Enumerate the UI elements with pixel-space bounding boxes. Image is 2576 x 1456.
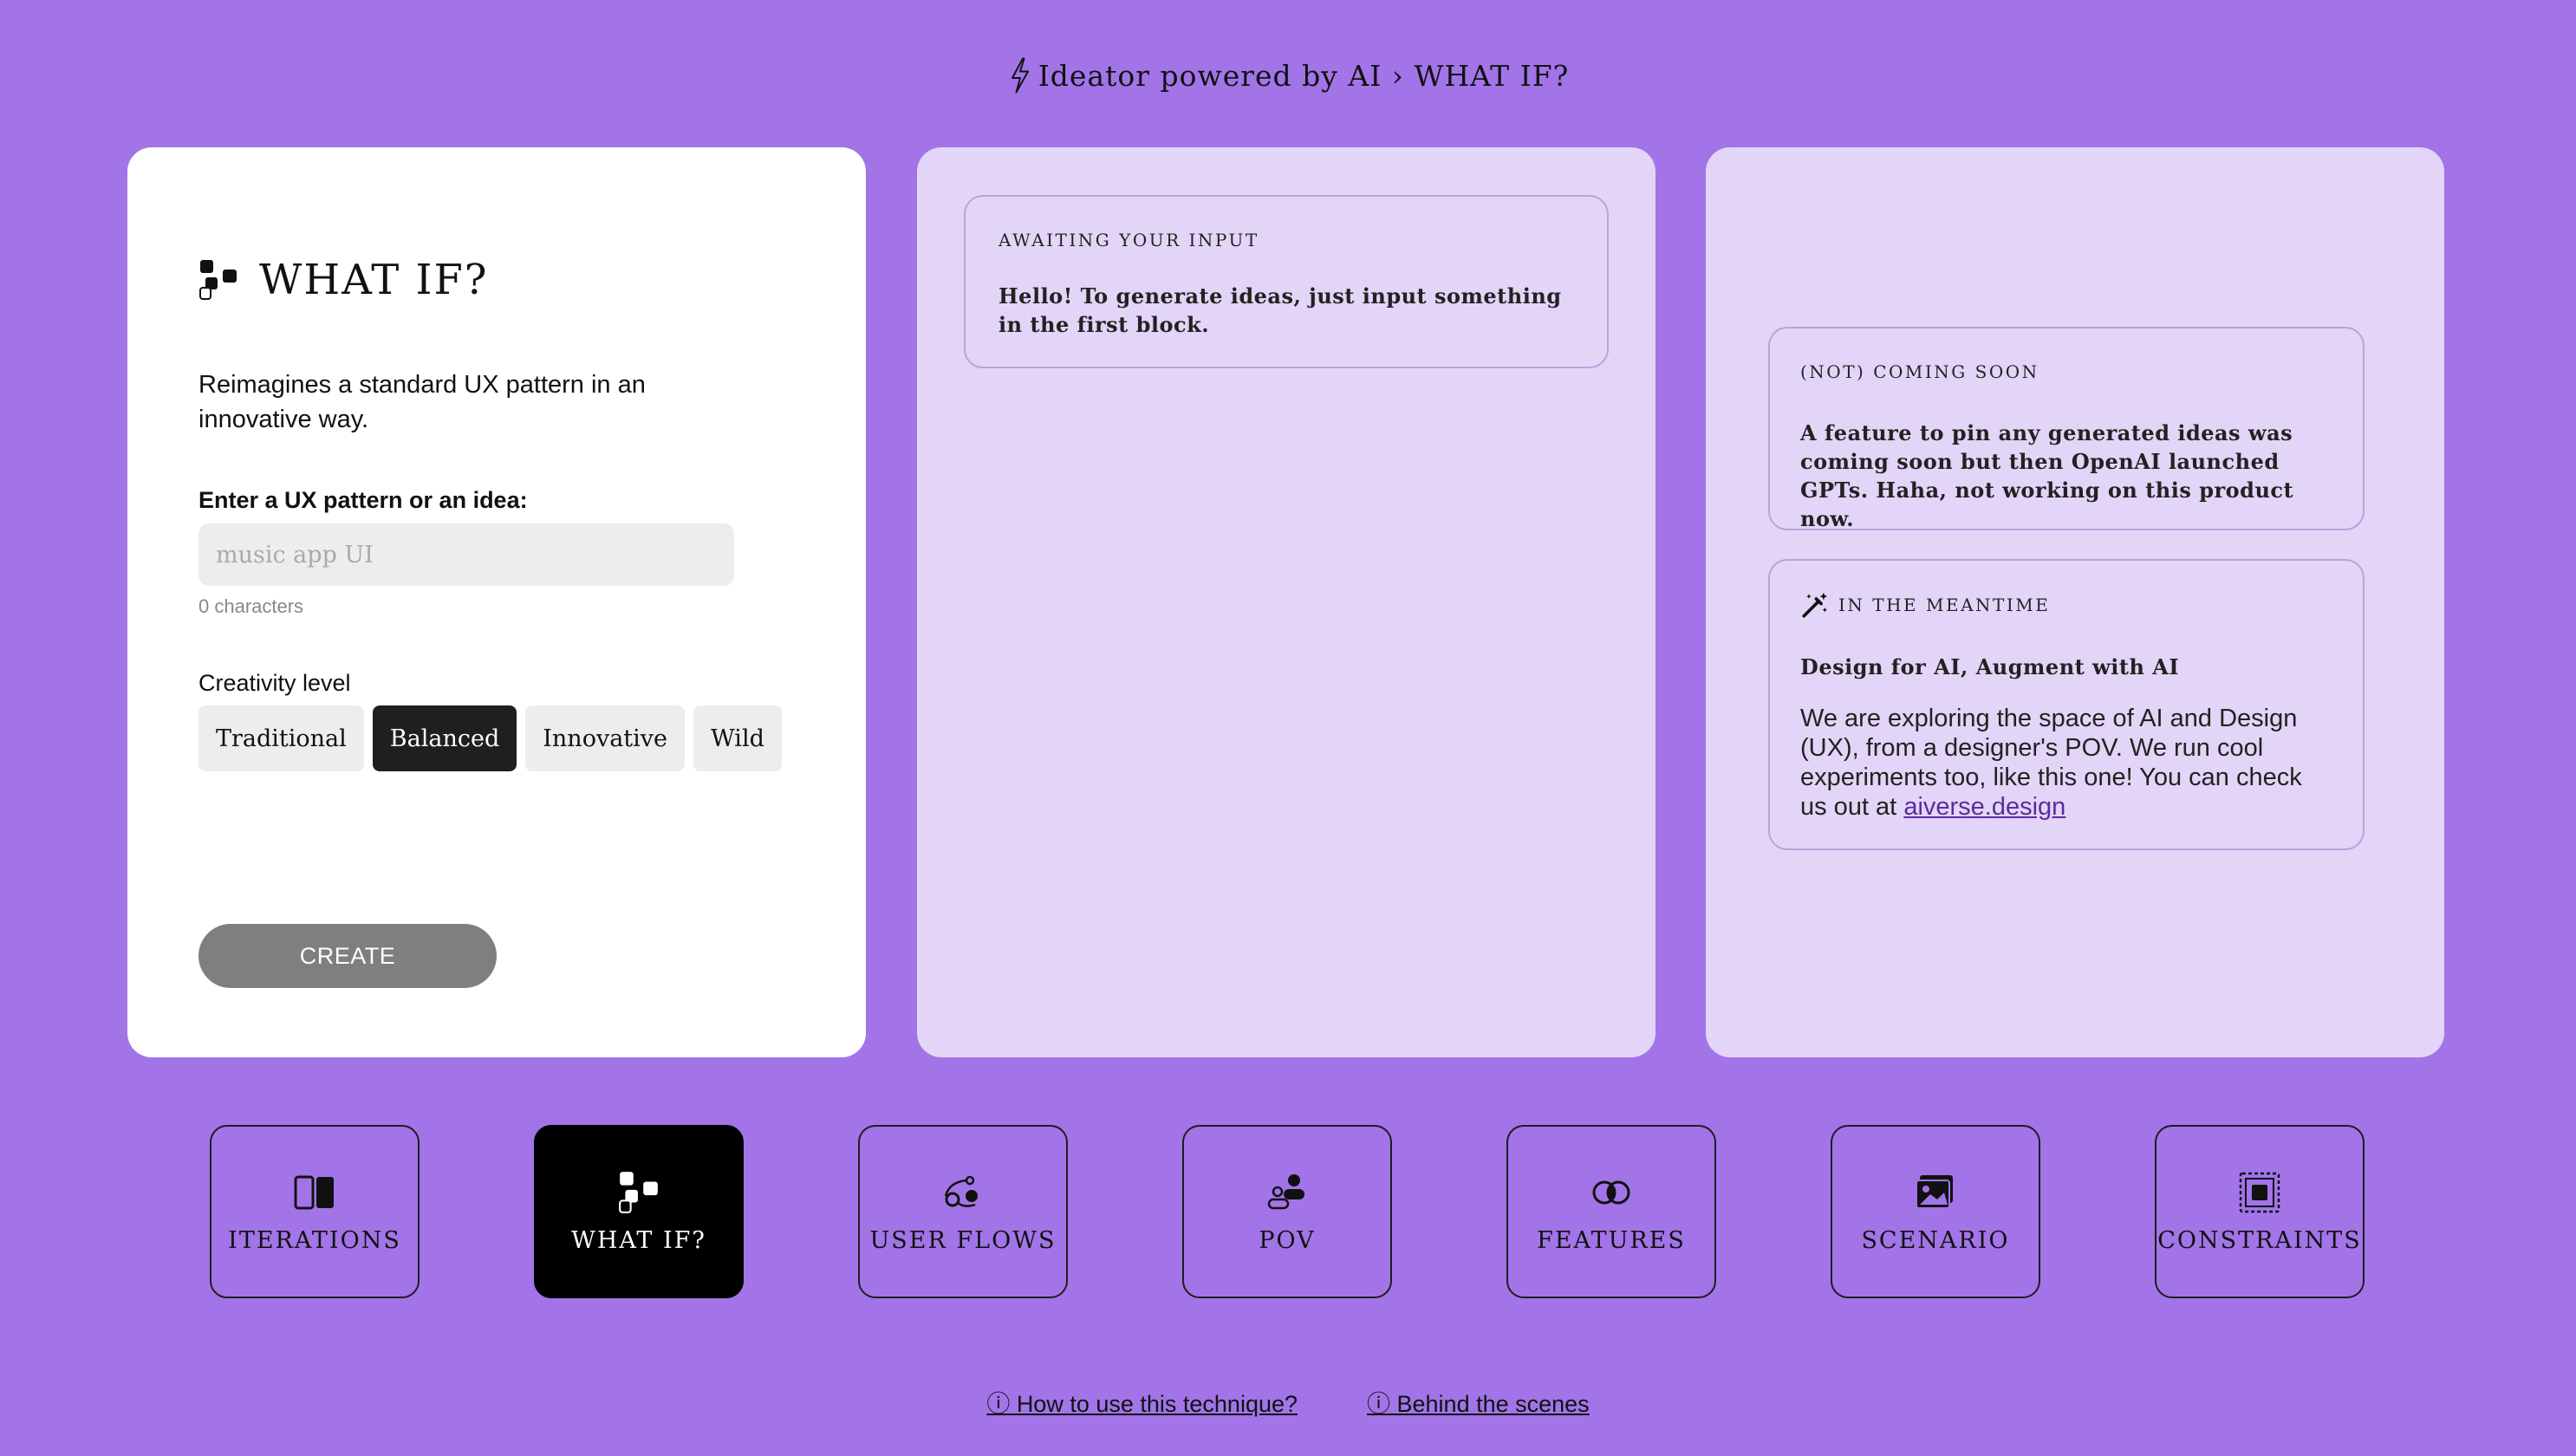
meantime-card: IN THE MEANTIME Design for AI, Augment w… (1768, 559, 2365, 850)
nav-label: SCENARIO (1861, 1226, 2010, 1254)
awaiting-kicker: AWAITING YOUR INPUT (999, 230, 1259, 250)
input-panel: WHAT IF? Reimagines a standard UX patter… (127, 147, 866, 1057)
nav-label: ITERATIONS (228, 1226, 401, 1254)
nav-label: FEATURES (1537, 1226, 1686, 1254)
what-if-icon (619, 1171, 658, 1213)
field-label: Enter a UX pattern or an idea: (198, 487, 528, 513)
awaiting-message: Hello! To generate ideas, just input som… (999, 283, 1562, 337)
creativity-selector: Traditional Balanced Innovative Wild (198, 705, 782, 771)
header-title: Ideator powered by AI › WHAT IF? (1038, 58, 1570, 93)
technique-title: WHAT IF? (259, 256, 489, 304)
nav-label: CONSTRAINTS (2157, 1226, 2362, 1254)
coming-soon-kicker: (NOT) COMING SOON (1800, 361, 2039, 382)
iterations-icon (294, 1175, 334, 1209)
info-panel: (NOT) COMING SOON A feature to pin any g… (1706, 147, 2444, 1057)
creativity-wild-button[interactable]: Wild (693, 705, 782, 771)
page-header: Ideator powered by AI › WHAT IF? (0, 55, 2576, 95)
nav-constraints[interactable]: CONSTRAINTS (2155, 1125, 2365, 1298)
technique-nav: ITERATIONS WHAT IF? USER FLOWS POV FEATU… (210, 1125, 2365, 1298)
user-flows-icon (944, 1175, 978, 1207)
technique-description: Reimagines a standard UX pattern in an i… (198, 371, 646, 433)
coming-soon-card: (NOT) COMING SOON A feature to pin any g… (1768, 327, 2365, 531)
create-button[interactable]: CREATE (198, 924, 497, 988)
character-count: 0 characters (198, 595, 304, 617)
meantime-kicker: IN THE MEANTIME (1838, 595, 2051, 615)
pov-icon (1267, 1173, 1304, 1209)
creativity-innovative-button[interactable]: Innovative (525, 705, 686, 771)
meantime-kicker-row: IN THE MEANTIME (1800, 590, 2050, 620)
nav-iterations[interactable]: ITERATIONS (210, 1125, 420, 1298)
behind-the-scenes-link[interactable]: ⓘ Behind the scenes (1367, 1385, 1590, 1419)
features-icon (1592, 1180, 1630, 1204)
nav-pov[interactable]: POV (1182, 1125, 1392, 1298)
output-panel: AWAITING YOUR INPUT Hello! To generate i… (917, 147, 1656, 1057)
technique-title-row: WHAT IF? (198, 256, 489, 304)
coming-soon-message: A feature to pin any generated ideas was… (1800, 420, 2294, 531)
aiverse-link[interactable]: aiverse.design (1903, 793, 2065, 821)
creativity-balanced-button[interactable]: Balanced (372, 705, 517, 771)
idea-input[interactable] (198, 523, 734, 586)
nav-scenario[interactable]: SCENARIO (1831, 1125, 2040, 1298)
creativity-label: Creativity level (198, 670, 351, 696)
constraints-icon (2239, 1172, 2280, 1212)
footer: ⓘ How to use this technique? ⓘ Behind th… (0, 1385, 2576, 1419)
awaiting-input-card: AWAITING YOUR INPUT Hello! To generate i… (964, 195, 1609, 368)
creativity-traditional-button[interactable]: Traditional (198, 705, 364, 771)
meantime-message: We are exploring the space of AI and Des… (1800, 704, 2332, 822)
lightning-icon (1011, 57, 1029, 94)
magic-wand-icon (1802, 592, 1828, 618)
scenario-icon (1916, 1174, 1953, 1209)
nav-user-flows[interactable]: USER FLOWS (858, 1125, 1068, 1298)
nav-label: USER FLOWS (869, 1226, 1057, 1254)
how-to-use-link[interactable]: ⓘ How to use this technique? (986, 1385, 1298, 1419)
meantime-heading: Design for AI, Augment with AI (1800, 654, 2180, 679)
nav-label: WHAT IF? (571, 1226, 706, 1254)
nav-what-if[interactable]: WHAT IF? (534, 1125, 744, 1298)
what-if-icon (199, 260, 237, 300)
nav-features[interactable]: FEATURES (1506, 1125, 1716, 1298)
nav-label: POV (1259, 1226, 1316, 1254)
